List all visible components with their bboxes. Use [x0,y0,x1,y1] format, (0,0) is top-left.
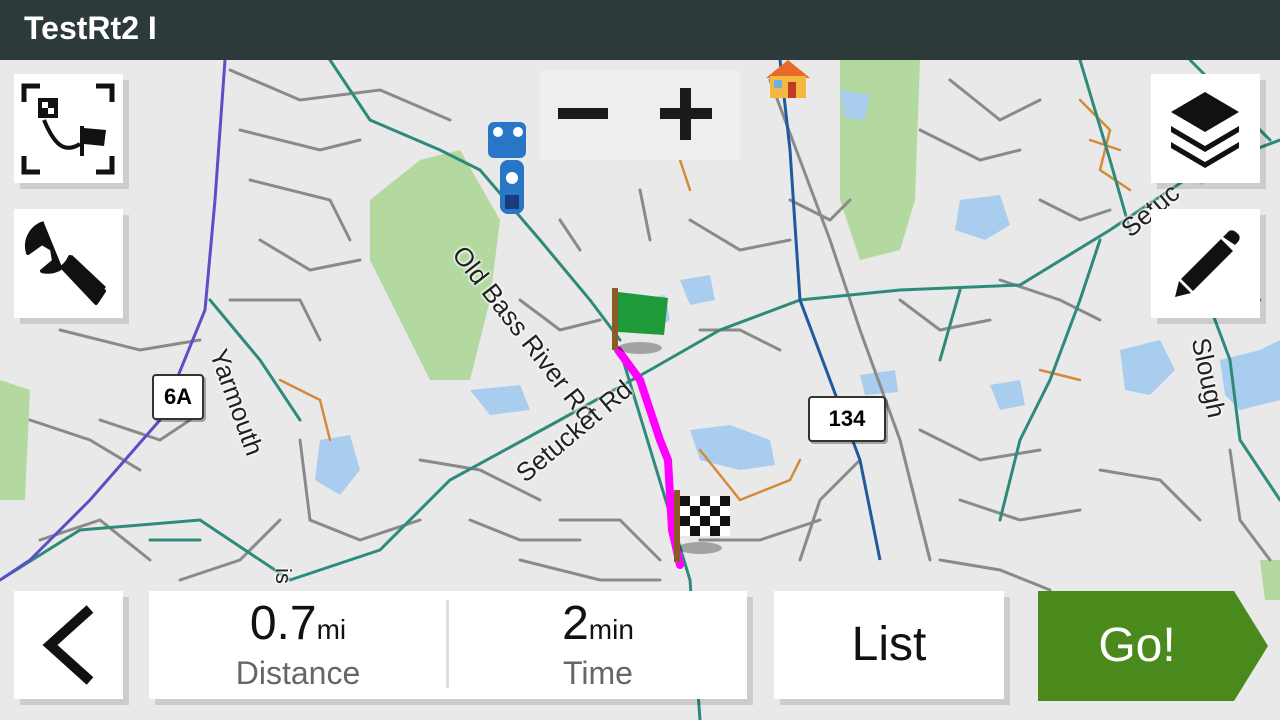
zoom-controls [540,70,740,160]
plus-icon [660,88,712,140]
time-label: Time [563,655,633,691]
route-title: TestRt2 I [24,10,157,46]
route-shield-6a: 6A [152,374,204,420]
road-label-partial: is [271,568,296,584]
layers-button[interactable] [1151,74,1260,183]
time-unit: min [588,614,634,645]
tools-button[interactable] [14,209,123,318]
pencil-icon [1175,230,1240,297]
wrench-icon [24,221,106,305]
chevron-left-icon [42,605,94,685]
list-button[interactable]: List [774,591,1004,699]
go-label[interactable]: Go! [1038,591,1236,701]
route-overview-icon [21,83,115,175]
distance-unit: mi [316,614,347,645]
stats-divider [446,600,449,688]
distance-value: 0.7 [249,597,317,650]
time-stat: 2min Time [450,590,746,698]
distance-label: Distance [235,655,361,691]
layers-icon [1171,92,1239,168]
back-button[interactable] [14,591,123,699]
zoom-in-button[interactable] [640,70,740,160]
park-area [0,380,30,500]
time-value: 2 [562,597,589,650]
route-overview-button[interactable] [14,74,123,183]
edit-button[interactable] [1151,209,1260,318]
route-shield-134: 134 [808,396,886,442]
zoom-out-button[interactable] [540,70,640,160]
title-bar: TestRt2 I [0,0,1280,60]
distance-value-row: 0.7mi [150,596,446,651]
minus-icon [558,108,608,119]
distance-stat: 0.7mi Distance [150,590,446,698]
time-value-row: 2min [450,596,746,651]
